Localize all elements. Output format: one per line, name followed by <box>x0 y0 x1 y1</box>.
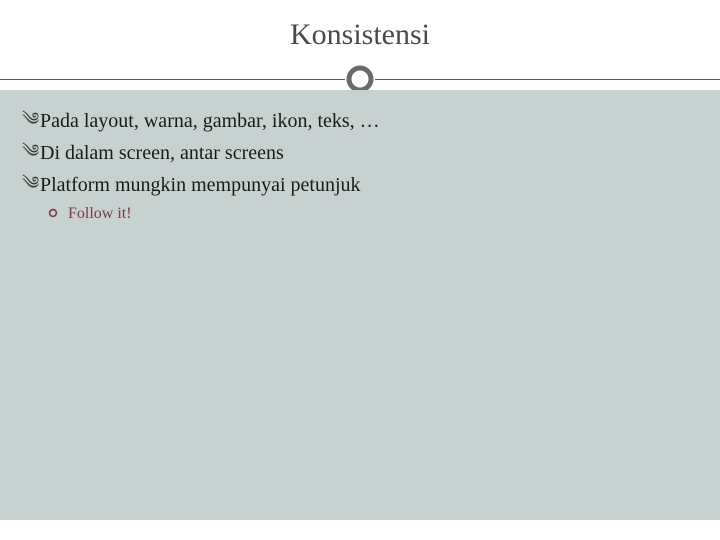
slide-title: Konsistensi <box>0 18 720 52</box>
swirl-bullet-icon: ༄ <box>22 140 40 163</box>
sub-bullet-list: Follow it! <box>48 204 698 225</box>
list-item: ༄ Pada layout, warna, gambar, ikon, teks… <box>22 108 698 134</box>
swirl-bullet-icon: ༄ <box>22 108 40 131</box>
list-item: ༄ Platform mungkin mempunyai petunjuk <box>22 172 698 198</box>
slide: Konsistensi ༄ Pada layout, warna, gambar… <box>0 0 720 540</box>
sub-bullet-text: Follow it! <box>64 204 132 225</box>
swirl-bullet-icon: ༄ <box>22 172 40 195</box>
bullet-text: Pada layout, warna, gambar, ikon, teks, … <box>40 108 380 134</box>
list-item: ༄ Di dalam screen, antar screens <box>22 140 698 166</box>
body-area: ༄ Pada layout, warna, gambar, ikon, teks… <box>0 90 720 520</box>
title-area: Konsistensi <box>0 0 720 52</box>
circle-bullet-icon <box>48 204 64 222</box>
bullet-text: Platform mungkin mempunyai petunjuk <box>40 172 361 198</box>
bullet-list: ༄ Pada layout, warna, gambar, ikon, teks… <box>22 108 698 198</box>
list-item: Follow it! <box>48 204 698 225</box>
bullet-text: Di dalam screen, antar screens <box>40 140 284 166</box>
